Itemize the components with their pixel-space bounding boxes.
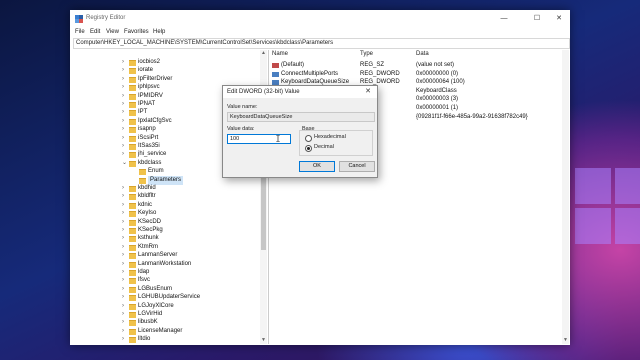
folder-icon bbox=[129, 194, 136, 201]
folder-icon bbox=[129, 320, 136, 327]
folder-icon bbox=[129, 236, 136, 243]
address-bar[interactable]: Computer\HKEY_LOCAL_MACHINE\SYSTEM\Curre… bbox=[73, 38, 570, 49]
folder-icon bbox=[139, 169, 146, 176]
folder-icon bbox=[129, 202, 136, 209]
values-scrollbar[interactable]: ▼ bbox=[562, 50, 569, 344]
folder-icon bbox=[129, 337, 136, 344]
folder-icon bbox=[129, 312, 136, 318]
folder-icon bbox=[129, 118, 136, 125]
column-header-type[interactable]: Type bbox=[360, 51, 373, 57]
column-header-data[interactable]: Data bbox=[416, 51, 429, 57]
folder-icon bbox=[129, 85, 136, 92]
folder-icon bbox=[129, 286, 136, 293]
edit-dword-dialog: Edit DWORD (32-bit) Value ✕ Value name: … bbox=[222, 85, 378, 178]
scroll-up-arrow-icon[interactable]: ▲ bbox=[260, 50, 267, 57]
folder-icon bbox=[129, 253, 136, 260]
hexadecimal-radio[interactable] bbox=[305, 135, 312, 142]
minimize-button[interactable]: — bbox=[493, 13, 515, 25]
folder-icon bbox=[129, 152, 136, 159]
folder-icon bbox=[139, 177, 146, 184]
maximize-button[interactable]: ☐ bbox=[526, 13, 548, 25]
dword-value-icon bbox=[272, 71, 279, 77]
value-name-field: KeyboardDataQueueSize bbox=[227, 112, 375, 122]
decimal-radio-label[interactable]: Decimal bbox=[314, 144, 334, 150]
window-title: Registry Editor bbox=[86, 15, 126, 21]
folder-icon bbox=[129, 160, 136, 167]
menu-help[interactable]: Help bbox=[153, 29, 165, 35]
dialog-title: Edit DWORD (32-bit) Value bbox=[227, 89, 300, 95]
menu-view[interactable]: View bbox=[106, 29, 119, 35]
folder-icon bbox=[129, 102, 136, 108]
folder-icon bbox=[129, 328, 136, 335]
folder-icon bbox=[129, 211, 136, 218]
title-bar[interactable]: Registry Editor — ☐ ✕ bbox=[70, 10, 570, 28]
scroll-down-arrow-icon[interactable]: ▼ bbox=[562, 337, 569, 344]
string-value-icon bbox=[272, 63, 279, 68]
value-data-label: Value data: bbox=[227, 126, 255, 132]
folder-icon bbox=[129, 303, 136, 310]
value-data-input[interactable]: 100 bbox=[227, 134, 291, 144]
value-name-label: Value name: bbox=[227, 104, 258, 110]
folder-icon bbox=[129, 144, 136, 150]
folder-icon bbox=[129, 110, 136, 117]
folder-icon bbox=[129, 93, 136, 100]
chevron-down-icon[interactable]: ⌄ bbox=[122, 159, 128, 168]
folder-icon bbox=[129, 60, 136, 66]
folder-icon bbox=[129, 186, 136, 192]
folder-icon bbox=[129, 228, 136, 234]
folder-icon bbox=[129, 278, 136, 285]
decimal-radio[interactable] bbox=[305, 145, 312, 152]
text-cursor-icon bbox=[276, 135, 280, 142]
folder-icon bbox=[129, 295, 136, 302]
ok-button[interactable]: OK bbox=[299, 161, 335, 172]
folder-icon bbox=[129, 244, 136, 251]
folder-icon bbox=[129, 135, 136, 142]
column-header-name[interactable]: Name bbox=[272, 51, 288, 57]
base-group: Hexadecimal Decimal bbox=[299, 130, 373, 156]
value-data: {09281f1f-f66e-485a-99a2-91638f782c49} bbox=[416, 113, 528, 120]
folder-icon bbox=[129, 261, 136, 268]
folder-icon bbox=[129, 76, 136, 83]
menu-bar: File Edit View Favorites Help bbox=[70, 28, 570, 38]
folder-icon bbox=[129, 127, 136, 134]
folder-icon bbox=[129, 270, 136, 276]
cancel-button[interactable]: Cancel bbox=[339, 161, 375, 172]
hexadecimal-radio-label[interactable]: Hexadecimal bbox=[314, 134, 346, 140]
dialog-title-bar[interactable]: Edit DWORD (32-bit) Value ✕ bbox=[223, 86, 377, 98]
menu-file[interactable]: File bbox=[75, 29, 85, 35]
registry-editor-app-icon bbox=[75, 15, 83, 23]
close-button[interactable]: ✕ bbox=[548, 13, 570, 25]
windows-logo-wallpaper bbox=[575, 168, 640, 248]
menu-favorites[interactable]: Favorites bbox=[124, 29, 149, 35]
menu-edit[interactable]: Edit bbox=[90, 29, 100, 35]
dialog-close-button[interactable]: ✕ bbox=[363, 88, 373, 96]
scroll-down-arrow-icon[interactable]: ▼ bbox=[260, 337, 267, 344]
folder-icon bbox=[129, 219, 136, 226]
folder-icon bbox=[129, 68, 136, 75]
